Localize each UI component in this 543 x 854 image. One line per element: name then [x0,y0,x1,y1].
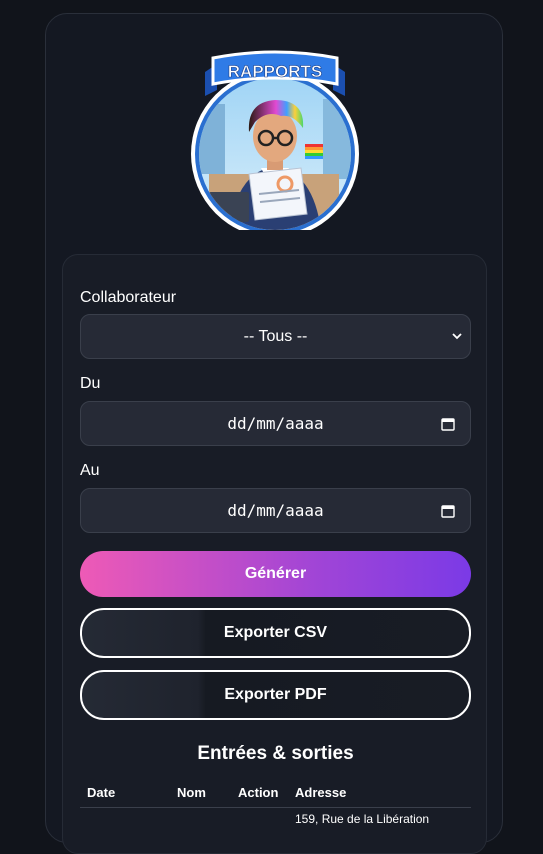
from-date-input[interactable]: dd/mm/aaaa [80,401,471,446]
generate-button-label: Générer [244,565,307,582]
column-header-nom: Nom [177,785,206,800]
from-label: Du [80,375,101,392]
export-csv-button[interactable]: Exporter CSV [80,608,471,658]
export-pdf-button[interactable]: Exporter PDF [80,670,471,720]
export-pdf-button-label: Exporter PDF [224,686,327,703]
to-date-placeholder: dd/mm/aaaa [227,501,324,520]
collaborator-select-value: -- Tous -- [243,327,308,345]
to-date-input[interactable]: dd/mm/aaaa [80,488,471,533]
to-label: Au [80,462,100,479]
export-csv-button-label: Exporter CSV [223,624,328,641]
report-card: RAPPORTS Collaborateur -- Tous -- Du dd/… [45,13,503,854]
report-form: Collaborateur -- Tous -- Du dd/mm/aaaa A… [62,254,487,854]
logo-banner-text: RAPPORTS [228,62,322,81]
calendar-icon[interactable] [441,504,455,518]
column-header-date: Date [87,785,116,800]
calendar-icon[interactable] [441,417,455,431]
generate-button[interactable]: Générer [80,551,471,597]
column-header-action: Action [238,785,279,800]
collaborator-select[interactable]: -- Tous -- [80,314,471,359]
column-header-adresse: Adresse [295,785,347,800]
report-table-header: Date Nom Action Adresse [80,771,471,808]
from-date-placeholder: dd/mm/aaaa [227,414,324,433]
report-section-title: Entrées & sorties [197,743,354,764]
collaborator-label: Collaborateur [80,289,177,306]
chevron-down-icon [452,333,462,340]
rapports-logo: RAPPORTS [191,50,359,230]
table-cell-adresse: 159, Rue de la Libération [295,812,430,826]
